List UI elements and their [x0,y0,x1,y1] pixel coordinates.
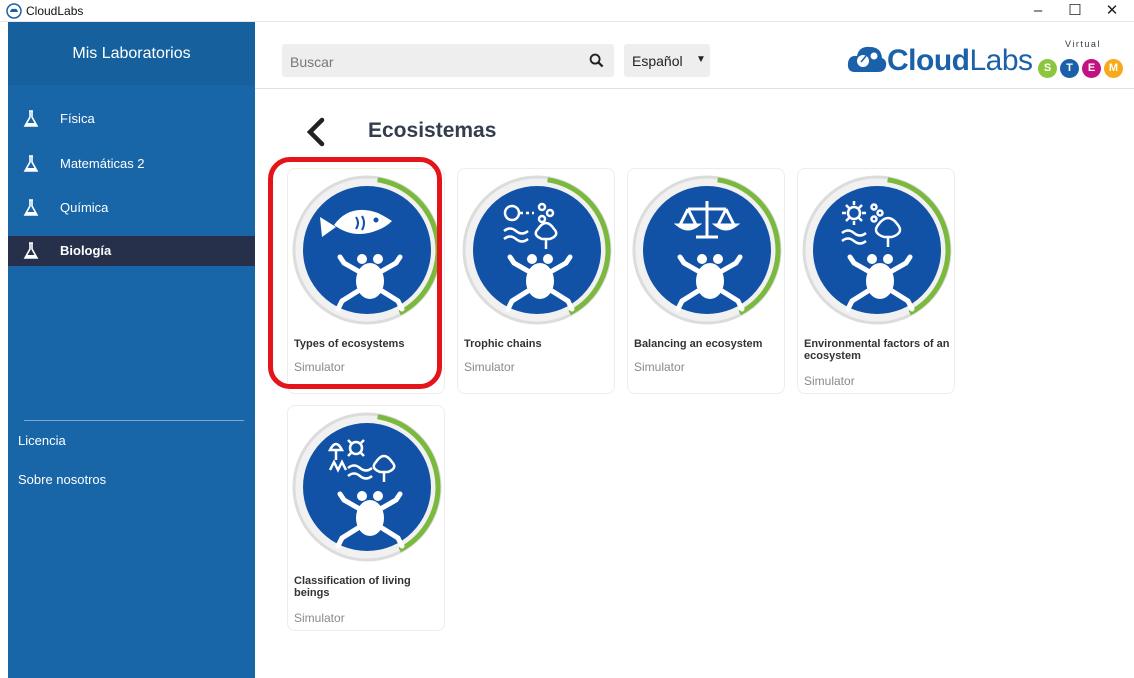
window-title: CloudLabs [26,4,84,18]
stem-s-badge: S [1038,59,1057,78]
card-type: Simulator [634,360,685,374]
flask-icon [23,155,39,172]
close-button[interactable]: ✕ [1092,0,1132,22]
language-select[interactable]: Español ▼ [624,44,710,77]
caret-down-icon: ▼ [696,54,706,65]
card-type: Simulator [464,360,515,374]
lab-thumbnail [462,175,612,325]
lab-card-environmental-factors[interactable]: Environmental factors of an ecosystem Si… [797,168,955,394]
lab-card-trophic-chains[interactable]: Trophic chains Simulator [457,168,615,394]
card-title: Balancing an ecosystem [634,338,763,350]
stem-e-badge: E [1082,59,1101,78]
page-title: Ecosistemas [368,119,497,142]
card-title: Trophic chains [464,338,542,350]
card-type: Simulator [294,611,345,625]
search-icon[interactable] [589,53,604,68]
lab-thumbnail [292,412,442,562]
flask-icon [23,199,39,216]
window-titlebar: CloudLabs – ☐ ✕ [0,0,1134,22]
sidebar: Mis Laboratorios Física Matemáticas 2 Qu… [8,22,255,678]
sidebar-item-label: Biología [60,243,112,258]
sidebar-item-label: Física [60,111,95,126]
lab-card-classification-of-living-beings[interactable]: Classification of living beings Simulato… [287,405,445,631]
sidebar-item-fisica[interactable]: Física [8,104,255,134]
lab-thumbnail [802,175,952,325]
card-type: Simulator [804,374,855,388]
sobre-nosotros-link[interactable]: Sobre nosotros [18,472,106,487]
stem-m-badge: M [1104,59,1123,78]
lab-thumbnail [632,175,782,325]
sidebar-item-matematicas-2[interactable]: Matemáticas 2 [8,149,255,179]
lab-card-types-of-ecosystems[interactable]: Types of ecosystems Simulator [287,168,445,394]
cloudlabs-logo: CloudLabs Virtual S T E M [845,38,1130,84]
minimize-button[interactable]: – [1018,0,1058,22]
lab-card-balancing-an-ecosystem[interactable]: Balancing an ecosystem Simulator [627,168,785,394]
cloudlabs-app-icon [6,3,22,19]
sidebar-item-quimica[interactable]: Química [8,193,255,223]
logo-virtual-label: Virtual [1065,39,1101,49]
flask-icon [23,110,39,127]
language-label: Español [632,53,683,69]
logo-text: CloudLabs [887,44,1033,77]
sidebar-item-label: Química [60,200,109,215]
flask-icon [23,242,39,259]
sidebar-divider [24,420,244,421]
lab-thumbnail [292,175,442,325]
back-arrow-icon[interactable] [302,116,330,148]
cloud-logo-icon [847,46,887,72]
search-box [282,44,614,79]
maximize-button[interactable]: ☐ [1055,0,1095,22]
licencia-link[interactable]: Licencia [18,433,66,448]
window-left-edge [0,22,8,678]
sidebar-item-label: Matemáticas 2 [60,156,145,171]
card-title: Types of ecosystems [294,338,405,350]
sidebar-item-biologia[interactable]: Biología [8,236,255,266]
search-input[interactable] [282,44,592,79]
stem-t-badge: T [1060,59,1079,78]
card-type: Simulator [294,360,345,374]
card-title: Classification of living beings [294,575,411,599]
sidebar-header: Mis Laboratorios [8,22,255,85]
card-title: Environmental factors of an ecosystem [804,338,950,362]
header-divider [255,88,1134,89]
